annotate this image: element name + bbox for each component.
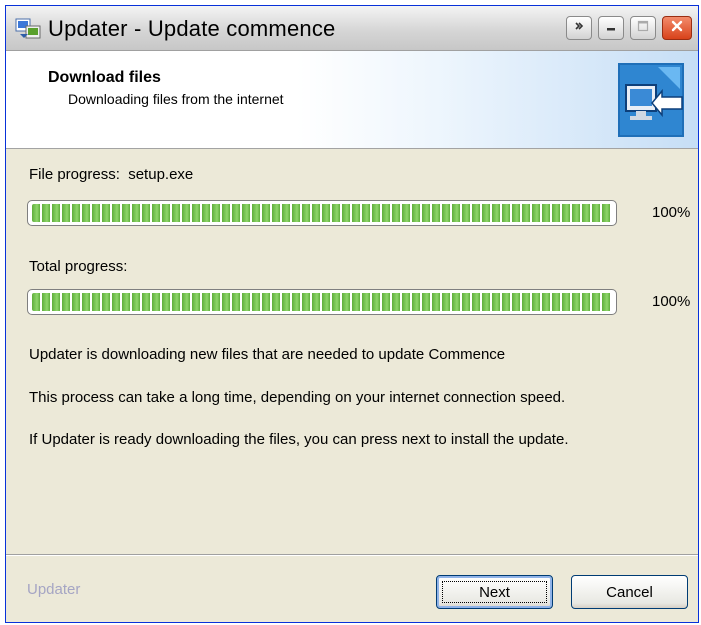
file-progress-percent: 100% (652, 204, 691, 221)
context-help-button[interactable] (566, 16, 592, 40)
minimize-icon (605, 19, 617, 37)
computer-download-icon (618, 63, 684, 137)
total-progress-label: Total progress: (29, 258, 128, 275)
cancel-button-label: Cancel (606, 583, 653, 601)
page-title: Download files (48, 69, 161, 86)
title-bar[interactable]: Updater - Update commence (6, 6, 698, 51)
file-progress-label-row: File progress: setup.exe (29, 166, 193, 183)
next-button-label: Next (479, 583, 510, 601)
total-progress-fill (32, 293, 612, 311)
updater-window: Updater - Update commence Download files… (5, 5, 699, 623)
total-progress-bar (27, 289, 617, 315)
next-button[interactable]: Next (436, 575, 553, 609)
file-progress-filename: setup.exe (128, 166, 194, 183)
info-message-1: Updater is downloading new files that ar… (29, 346, 506, 363)
info-message-3: If Updater is ready downloading the file… (29, 431, 569, 448)
cancel-button[interactable]: Cancel (571, 575, 688, 609)
close-icon (670, 19, 684, 38)
wizard-header: Download files Downloading files from th… (6, 51, 698, 149)
close-button[interactable] (662, 16, 692, 40)
file-progress-label: File progress: (29, 166, 120, 183)
window-title: Updater - Update commence (48, 16, 336, 41)
maximize-icon (637, 19, 649, 37)
maximize-button[interactable] (630, 16, 656, 40)
file-progress-bar (27, 200, 617, 226)
minimize-button[interactable] (598, 16, 624, 40)
total-progress-percent: 100% (652, 293, 691, 310)
footer-divider (6, 554, 698, 556)
updater-app-icon (14, 16, 42, 40)
page-subtitle: Downloading files from the internet (68, 91, 284, 107)
context-help-icon (573, 19, 585, 37)
file-progress-fill (32, 204, 612, 222)
footer-brand: Updater (27, 581, 81, 598)
info-message-2: This process can take a long time, depen… (29, 389, 566, 406)
